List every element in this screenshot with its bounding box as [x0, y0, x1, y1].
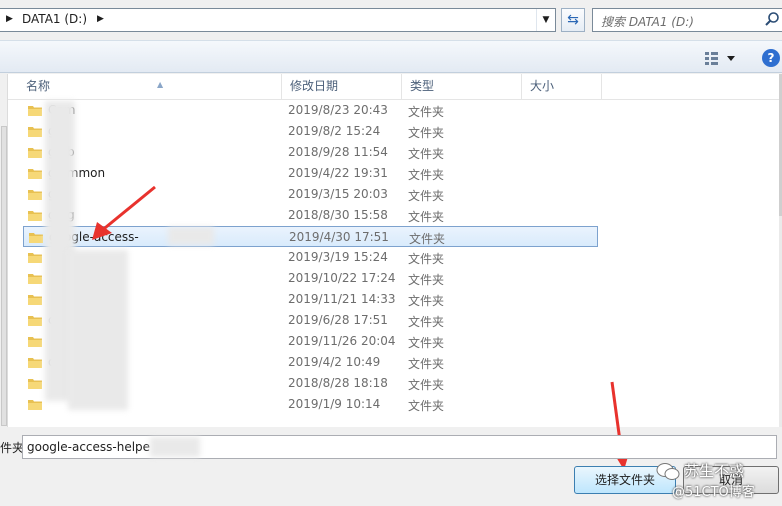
- folder-icon: [28, 400, 42, 410]
- file-date: 2019/6/28 17:51: [288, 313, 388, 327]
- help-icon[interactable]: ?: [762, 49, 780, 67]
- column-header: 名称 ▲ 修改日期 类型 大小: [8, 74, 779, 100]
- breadcrumb-drive[interactable]: DATA1 (D:): [22, 12, 87, 26]
- file-date: 2019/11/21 14:33: [288, 292, 396, 306]
- folder-icon: [28, 127, 42, 137]
- file-type: 文件夹: [408, 105, 445, 119]
- folder-icon: [28, 169, 42, 179]
- file-date: 2019/4/30 17:51: [289, 230, 389, 244]
- search-input[interactable]: 搜索 DATA1 (D:): [592, 8, 782, 32]
- table-row[interactable]: g ng2018/8/30 15:58文件夹: [23, 205, 598, 226]
- folder-icon: [28, 379, 42, 389]
- file-list: 名称▲ 修改日期 类型 大小 Cam2019/8/23 20:43文件夹g201…: [8, 74, 779, 427]
- file-date: 2018/8/28 18:18: [288, 376, 388, 390]
- column-date[interactable]: 修改日期: [282, 74, 402, 99]
- wechat-icon: [656, 463, 680, 480]
- file-date: 2019/10/22 17:24: [288, 271, 396, 285]
- view-list-icon[interactable]: [703, 49, 739, 67]
- privacy-blur: [68, 250, 128, 410]
- table-row[interactable]: google-access- 2019/4/30 17:51 文件夹: [23, 226, 598, 247]
- folder-icon: [28, 274, 42, 284]
- file-type: 文件夹: [408, 399, 445, 413]
- folder-icon: [28, 358, 42, 368]
- search-placeholder: 搜索 DATA1 (D:): [601, 15, 694, 29]
- file-type: 文件夹: [409, 232, 446, 246]
- refresh-icon[interactable]: ⇆: [561, 8, 585, 32]
- folder-icon: [28, 253, 42, 263]
- table-row[interactable]: g2019/8/2 15:24文件夹: [23, 121, 598, 142]
- file-date: 2019/4/2 10:49: [288, 355, 381, 369]
- file-type: 文件夹: [408, 378, 445, 392]
- file-type: 文件夹: [408, 336, 445, 350]
- folder-icon: [28, 190, 42, 200]
- folder-icon: [29, 233, 43, 243]
- folder-icon: [28, 316, 42, 326]
- folder-icon: [28, 211, 42, 221]
- toolbar: ?: [0, 40, 782, 73]
- watermark: 苏生不惑 @51CTO博客: [652, 458, 778, 502]
- scroll-thumb[interactable]: [1, 126, 7, 426]
- table-row[interactable]: Cam2019/8/23 20:43文件夹: [23, 100, 598, 121]
- file-type: 文件夹: [408, 189, 445, 203]
- file-type: 文件夹: [408, 252, 445, 266]
- column-type-label: 类型: [410, 79, 435, 93]
- column-name-label: 名称: [26, 79, 51, 93]
- file-type: 文件夹: [408, 357, 445, 371]
- folder-icon: [28, 337, 42, 347]
- column-type[interactable]: 类型: [402, 74, 522, 99]
- address-bar[interactable]: ▶ DATA1 (D:) ▶ ▼: [0, 8, 556, 32]
- file-type: 文件夹: [408, 147, 445, 161]
- column-size[interactable]: 大小: [522, 74, 602, 99]
- address-dropdown-icon[interactable]: ▼: [536, 9, 555, 31]
- column-size-label: 大小: [530, 79, 555, 93]
- file-type: 文件夹: [408, 315, 445, 329]
- left-scrollbar[interactable]: [0, 74, 8, 427]
- watermark-title: 苏生不惑: [684, 462, 745, 480]
- privacy-blur: [150, 437, 200, 457]
- folder-icon: [28, 106, 42, 116]
- breadcrumb-chevron-icon[interactable]: ▶: [6, 14, 13, 24]
- table-row[interactable]: g ommon 2019/4/22 19:31 文件夹: [23, 163, 598, 184]
- sort-up-icon: ▲: [157, 80, 164, 89]
- table-row[interactable]: g s2019/3/15 20:03文件夹: [23, 184, 598, 205]
- file-date: 2018/9/28 11:54: [288, 145, 388, 159]
- file-type: 文件夹: [408, 273, 445, 287]
- folder-icon: [28, 295, 42, 305]
- search-icon[interactable]: [764, 11, 780, 27]
- file-type: 文件夹: [408, 294, 445, 308]
- file-date: 2019/8/23 20:43: [288, 103, 388, 117]
- file-date: 2019/11/26 20:04: [288, 334, 396, 348]
- folder-name-input[interactable]: [27, 437, 587, 457]
- file-type: 文件夹: [408, 168, 445, 182]
- file-date: 2019/1/9 10:14: [288, 397, 381, 411]
- column-date-label: 修改日期: [290, 79, 339, 93]
- file-type: 文件夹: [408, 126, 445, 140]
- file-date: 2019/4/22 19:31: [288, 166, 388, 180]
- watermark-site: @51CTO博客: [672, 485, 755, 500]
- file-date: 2019/3/19 15:24: [288, 250, 388, 264]
- folder-icon: [28, 148, 42, 158]
- file-date: 2018/8/30 15:58: [288, 208, 388, 222]
- privacy-blur: [168, 227, 214, 245]
- file-date: 2019/3/15 20:03: [288, 187, 388, 201]
- file-date: 2019/8/2 15:24: [288, 124, 381, 138]
- column-name[interactable]: 名称 ▲: [18, 74, 282, 99]
- folder-name-field[interactable]: [22, 435, 777, 459]
- file-type: 文件夹: [408, 210, 445, 224]
- breadcrumb-chevron-icon[interactable]: ▶: [97, 14, 104, 24]
- table-row[interactable]: g ub2018/9/28 11:54文件夹: [23, 142, 598, 163]
